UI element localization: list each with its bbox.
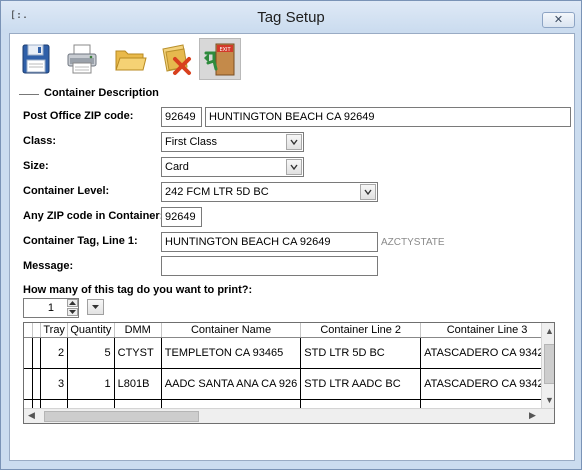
level-select[interactable]: 242 FCM LTR 5D BC bbox=[161, 182, 378, 202]
horizontal-scroll-thumb[interactable] bbox=[44, 411, 199, 422]
class-value: First Class bbox=[165, 136, 217, 148]
exit-button[interactable]: EXIT bbox=[199, 38, 241, 80]
scroll-up-icon[interactable]: ▲ bbox=[545, 326, 554, 337]
cell-quantity[interactable]: 1 bbox=[67, 368, 115, 400]
print-button[interactable] bbox=[62, 39, 102, 79]
chevron-up-icon bbox=[69, 301, 76, 305]
floppy-disk-icon bbox=[22, 44, 50, 74]
vertical-scrollbar[interactable]: ▲ ▼ bbox=[541, 323, 554, 408]
svg-text:EXIT: EXIT bbox=[219, 47, 231, 53]
horizontal-scrollbar[interactable]: ◀ ▶ bbox=[24, 408, 554, 423]
chevron-down-icon[interactable] bbox=[286, 134, 302, 150]
class-label: Class: bbox=[23, 135, 57, 147]
close-button[interactable]: ✕ bbox=[542, 12, 575, 28]
table-row[interactable]: 2 5 CTYST TEMPLETON CA 93465 STD LTR 5D … bbox=[24, 337, 554, 369]
tag-line1-hint: AZCTYSTATE bbox=[381, 237, 445, 248]
cell-quantity[interactable]: 5 bbox=[67, 337, 115, 369]
tag-grid[interactable]: Tray Quantity DMM Container Name Contain… bbox=[23, 322, 555, 424]
cell-container-name[interactable]: TEMPLETON CA 93465 bbox=[161, 337, 302, 369]
grid-corner-2 bbox=[32, 323, 42, 338]
howmany-menu-button[interactable] bbox=[87, 299, 104, 315]
anyzip-label: Any ZIP code in Container: bbox=[23, 210, 164, 222]
anyzip-input[interactable]: 92649 bbox=[161, 207, 202, 227]
tag-line1-input[interactable]: HUNTINGTON BEACH CA 92649 bbox=[161, 232, 378, 252]
section-title: Container Description bbox=[44, 87, 159, 99]
open-button[interactable] bbox=[110, 39, 150, 79]
po-zip-label: Post Office ZIP code: bbox=[23, 110, 134, 122]
row-indicator bbox=[32, 337, 42, 369]
cell-tray[interactable]: 3 bbox=[40, 368, 69, 400]
cell-tray[interactable]: 2 bbox=[40, 337, 69, 369]
table-row[interactable]: 3 1 L801B AADC SANTA ANA CA 926 STD LTR … bbox=[24, 368, 554, 400]
tag-setup-window: [:. Tag Setup ✕ EXIT Container Descripti… bbox=[0, 0, 582, 470]
grid-corner bbox=[24, 323, 34, 338]
exit-door-icon: EXIT bbox=[204, 43, 235, 76]
cell-container-line-2[interactable]: STD LTR AADC BC bbox=[300, 368, 422, 400]
col-header-quantity[interactable]: Quantity bbox=[67, 323, 115, 338]
col-header-tray[interactable]: Tray bbox=[40, 323, 69, 338]
cell-dmm[interactable]: CTYST bbox=[114, 337, 162, 369]
chevron-down-icon[interactable] bbox=[360, 184, 376, 200]
level-value: 242 FCM LTR 5D BC bbox=[165, 186, 269, 198]
chevron-down-icon bbox=[69, 310, 76, 314]
col-header-container-name[interactable]: Container Name bbox=[161, 323, 302, 338]
size-value: Card bbox=[165, 161, 189, 173]
po-city-input[interactable]: HUNTINGTON BEACH CA 92649 bbox=[205, 107, 571, 127]
po-zip-input[interactable]: 92649 bbox=[161, 107, 202, 127]
delete-folder-icon bbox=[162, 44, 191, 75]
spin-down-button[interactable] bbox=[67, 308, 78, 316]
delete-button[interactable] bbox=[156, 39, 196, 79]
cell-dmm[interactable]: L801B bbox=[114, 368, 162, 400]
spin-up-button[interactable] bbox=[67, 299, 78, 307]
col-header-dmm[interactable]: DMM bbox=[114, 323, 162, 338]
scroll-down-icon[interactable]: ▼ bbox=[545, 395, 554, 406]
scroll-right-icon[interactable]: ▶ bbox=[529, 410, 536, 421]
cell-container-line-2[interactable]: STD LTR 5D BC bbox=[300, 337, 422, 369]
howmany-label: How many of this tag do you want to prin… bbox=[23, 284, 253, 296]
size-label: Size: bbox=[23, 160, 49, 172]
cell-container-line-3[interactable]: ATASCADERO CA 93422 bbox=[420, 368, 554, 400]
printer-icon bbox=[67, 44, 97, 74]
client-area: EXIT Container Description Post Office Z… bbox=[9, 33, 575, 461]
chevron-down-icon[interactable] bbox=[286, 159, 302, 175]
vertical-scroll-thumb[interactable] bbox=[544, 344, 554, 384]
toolbar: EXIT bbox=[10, 34, 574, 82]
row-selector[interactable] bbox=[24, 337, 34, 369]
section-divider bbox=[19, 94, 39, 95]
message-label: Message: bbox=[23, 260, 74, 272]
window-title: Tag Setup bbox=[257, 9, 325, 26]
row-indicator bbox=[32, 368, 42, 400]
size-select[interactable]: Card bbox=[161, 157, 304, 177]
grid-header-row: Tray Quantity DMM Container Name Contain… bbox=[24, 323, 554, 338]
scroll-left-icon[interactable]: ◀ bbox=[28, 410, 35, 421]
level-label: Container Level: bbox=[23, 185, 110, 197]
chevron-down-icon bbox=[92, 305, 99, 309]
class-select[interactable]: First Class bbox=[161, 132, 304, 152]
cell-container-line-3[interactable]: ATASCADERO CA 93422 bbox=[420, 337, 554, 369]
save-button[interactable] bbox=[16, 39, 56, 79]
tag-line1-label: Container Tag, Line 1: bbox=[23, 235, 138, 247]
message-input[interactable] bbox=[161, 256, 378, 276]
col-header-container-line-3[interactable]: Container Line 3 bbox=[420, 323, 554, 338]
col-header-container-line-2[interactable]: Container Line 2 bbox=[300, 323, 422, 338]
folder-icon bbox=[115, 50, 147, 71]
row-selector[interactable] bbox=[24, 368, 34, 400]
title-bar[interactable]: [:. Tag Setup ✕ bbox=[1, 1, 581, 31]
cell-container-name[interactable]: AADC SANTA ANA CA 926 bbox=[161, 368, 302, 400]
